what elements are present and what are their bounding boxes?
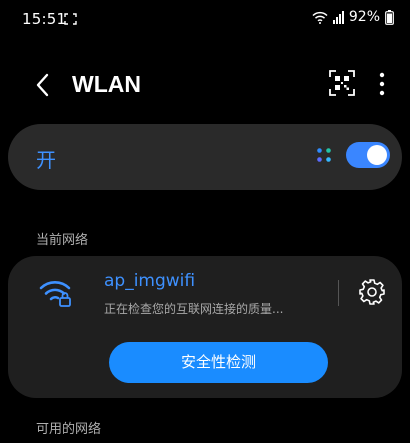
wlan-toggle-label: 开	[36, 148, 56, 172]
back-arrow-icon[interactable]	[30, 71, 58, 99]
current-network-heading: 当前网络	[36, 233, 89, 248]
more-options-icon[interactable]	[372, 69, 392, 99]
qr-code-icon[interactable]	[329, 70, 355, 96]
wlan-switch[interactable]	[346, 142, 390, 168]
wifi-locked-icon	[39, 281, 71, 307]
app-header: WLAN	[0, 60, 410, 110]
status-time: 15:51	[22, 10, 67, 28]
battery-icon	[385, 9, 394, 25]
available-networks-heading: 可用的网络	[36, 422, 102, 437]
page-title: WLAN	[72, 71, 141, 97]
current-network-card: ap_imgwifi 正在检查您的互联网连接的质量... 安全性检测	[8, 256, 402, 398]
wifi-signal-icon	[312, 11, 328, 24]
network-status: 正在检查您的互联网连接的质量...	[104, 302, 284, 316]
focus-icon	[64, 13, 77, 25]
network-name[interactable]: ap_imgwifi	[104, 271, 195, 291]
switch-knob	[367, 145, 387, 165]
gear-icon[interactable]	[358, 278, 386, 306]
cellular-signal-icon	[332, 10, 344, 24]
security-check-button[interactable]: 安全性检测	[109, 342, 328, 383]
status-icons: 92%	[312, 9, 394, 25]
divider	[338, 280, 339, 306]
multicolor-dots-icon	[317, 148, 331, 162]
wlan-toggle-row[interactable]: 开	[8, 124, 402, 190]
status-bar: 15:51 92%	[0, 0, 410, 36]
battery-percent: 92%	[348, 9, 380, 25]
